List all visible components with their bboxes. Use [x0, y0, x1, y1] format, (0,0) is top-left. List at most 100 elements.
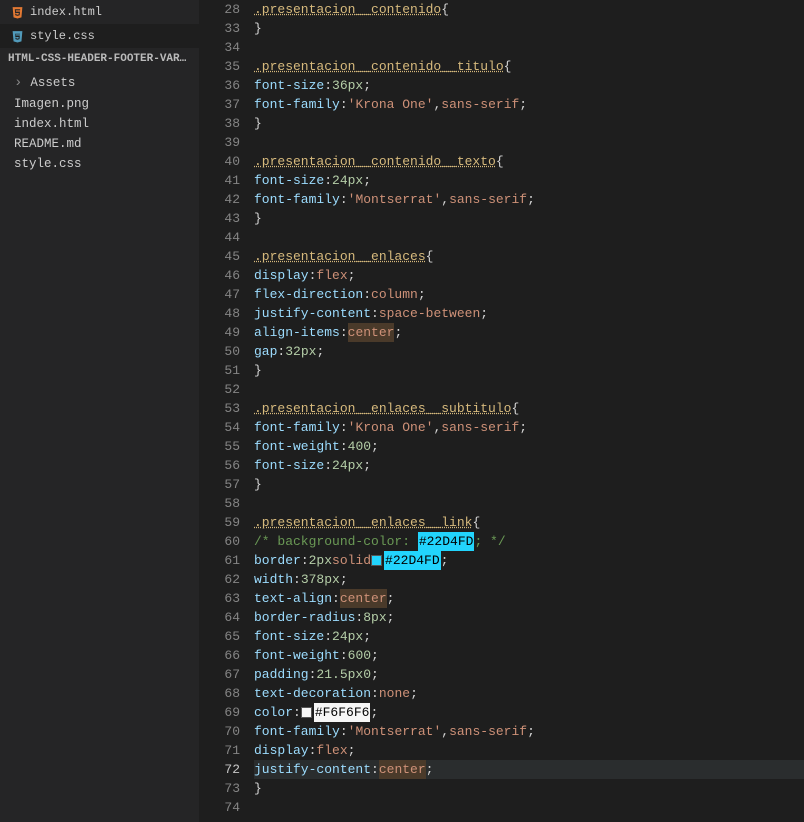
css-file-icon: [10, 29, 24, 43]
code-line[interactable]: font-weight: 400;: [254, 437, 804, 456]
code-line[interactable]: font-size: 36px;: [254, 76, 804, 95]
code-line[interactable]: display: flex;: [254, 741, 804, 760]
code-line[interactable]: font-size: 24px;: [254, 171, 804, 190]
code-line[interactable]: border-radius: 8px;: [254, 608, 804, 627]
line-number: 62: [200, 570, 240, 589]
code-line[interactable]: flex-direction: column;: [254, 285, 804, 304]
code-line[interactable]: align-items: center;: [254, 323, 804, 342]
code-line[interactable]: .presentacion__enlaces__subtitulo{: [254, 399, 804, 418]
file-label: README.md: [14, 137, 82, 151]
line-number: 45: [200, 247, 240, 266]
code-line[interactable]: .presentacion__enlaces{: [254, 247, 804, 266]
line-number: 57: [200, 475, 240, 494]
line-number: 50: [200, 342, 240, 361]
line-number: 37: [200, 95, 240, 114]
line-number: 47: [200, 285, 240, 304]
file-label: style.css: [14, 157, 82, 171]
line-number: 28: [200, 0, 240, 19]
code-line[interactable]: gap: 32px;: [254, 342, 804, 361]
line-number: 41: [200, 171, 240, 190]
line-number: 52: [200, 380, 240, 399]
line-number: 48: [200, 304, 240, 323]
sidebar: index.html style.css HTML-CSS-HEADER-FOO…: [0, 0, 200, 822]
tab-label: index.html: [30, 5, 102, 19]
line-number: 55: [200, 437, 240, 456]
code-line[interactable]: .presentacion__contenido__titulo{: [254, 57, 804, 76]
line-number: 71: [200, 741, 240, 760]
code-line[interactable]: [254, 133, 804, 152]
file-tree-item-index[interactable]: index.html: [0, 114, 199, 134]
code-line[interactable]: }: [254, 209, 804, 228]
line-number: 39: [200, 133, 240, 152]
code-line[interactable]: font-weight: 600;: [254, 646, 804, 665]
line-number: 70: [200, 722, 240, 741]
code-line[interactable]: font-size: 24px;: [254, 627, 804, 646]
file-tree-folder-assets[interactable]: Assets: [0, 72, 199, 94]
line-number: 61: [200, 551, 240, 570]
editor-area: 2833343536373839404142434445464748495051…: [200, 0, 804, 822]
tab-style-css[interactable]: style.css: [0, 24, 199, 48]
line-number: 38: [200, 114, 240, 133]
line-number: 46: [200, 266, 240, 285]
line-number: 34: [200, 38, 240, 57]
tab-label: style.css: [30, 29, 95, 43]
file-tree-item-imagen[interactable]: Imagen.png: [0, 94, 199, 114]
code-line[interactable]: padding: 21.5px 0;: [254, 665, 804, 684]
html-file-icon: [10, 5, 24, 19]
line-number: 63: [200, 589, 240, 608]
code-line[interactable]: .presentacion__enlaces__link{: [254, 513, 804, 532]
code-line[interactable]: [254, 494, 804, 513]
line-number: 69: [200, 703, 240, 722]
code-line[interactable]: [254, 798, 804, 817]
line-number: 35: [200, 57, 240, 76]
code-line[interactable]: [254, 38, 804, 57]
line-number: 66: [200, 646, 240, 665]
code-line[interactable]: }: [254, 114, 804, 133]
open-editors-tabs: index.html style.css: [0, 0, 199, 48]
file-tree-item-readme[interactable]: README.md: [0, 134, 199, 154]
file-label: index.html: [14, 117, 89, 131]
code-line[interactable]: [254, 228, 804, 247]
line-number: 43: [200, 209, 240, 228]
code-line[interactable]: }: [254, 19, 804, 38]
file-label: Imagen.png: [14, 97, 89, 111]
line-number: 65: [200, 627, 240, 646]
code-line[interactable]: font-family: 'Montserrat', sans-serif;: [254, 722, 804, 741]
code-line[interactable]: font-family: 'Krona One', sans-serif;: [254, 95, 804, 114]
code-line[interactable]: .presentacion__contenido{: [254, 0, 804, 19]
code-line[interactable]: font-family: 'Krona One', sans-serif;: [254, 418, 804, 437]
code-line[interactable]: }: [254, 779, 804, 798]
folder-header[interactable]: HTML-CSS-HEADER-FOOTER-VARIAB...: [0, 48, 199, 70]
tab-index-html[interactable]: index.html: [0, 0, 199, 24]
code-line[interactable]: display: flex;: [254, 266, 804, 285]
code-line[interactable]: border: 2px solid #22D4FD;: [254, 551, 804, 570]
code-line[interactable]: text-align: center;: [254, 589, 804, 608]
file-label: Assets: [30, 76, 75, 90]
line-number: 67: [200, 665, 240, 684]
code-line[interactable]: .presentacion__contenido__texto{: [254, 152, 804, 171]
code-line[interactable]: justify-content: space-between;: [254, 304, 804, 323]
code-line[interactable]: /* background-color: #22D4FD; */: [254, 532, 804, 551]
line-number: 58: [200, 494, 240, 513]
line-number: 68: [200, 684, 240, 703]
code-line[interactable]: [254, 380, 804, 399]
line-number: 53: [200, 399, 240, 418]
file-tree-item-style[interactable]: style.css: [0, 154, 199, 174]
line-number: 59: [200, 513, 240, 532]
line-number: 60: [200, 532, 240, 551]
line-number: 72: [200, 760, 240, 779]
file-tree: Assets Imagen.png index.html README.md s…: [0, 70, 199, 176]
code-line[interactable]: }: [254, 361, 804, 380]
code-line[interactable]: }: [254, 475, 804, 494]
line-number: 33: [200, 19, 240, 38]
code-line[interactable]: font-size: 24px;: [254, 456, 804, 475]
line-number: 74: [200, 798, 240, 817]
line-number: 54: [200, 418, 240, 437]
code-line[interactable]: color: #F6F6F6;: [254, 703, 804, 722]
code-line[interactable]: width: 378px;: [254, 570, 804, 589]
code-content[interactable]: .presentacion__contenido{} .presentacion…: [254, 0, 804, 822]
code-line[interactable]: text-decoration: none;: [254, 684, 804, 703]
line-number: 40: [200, 152, 240, 171]
code-line[interactable]: justify-content: center;: [254, 760, 804, 779]
code-line[interactable]: font-family: 'Montserrat', sans-serif;: [254, 190, 804, 209]
